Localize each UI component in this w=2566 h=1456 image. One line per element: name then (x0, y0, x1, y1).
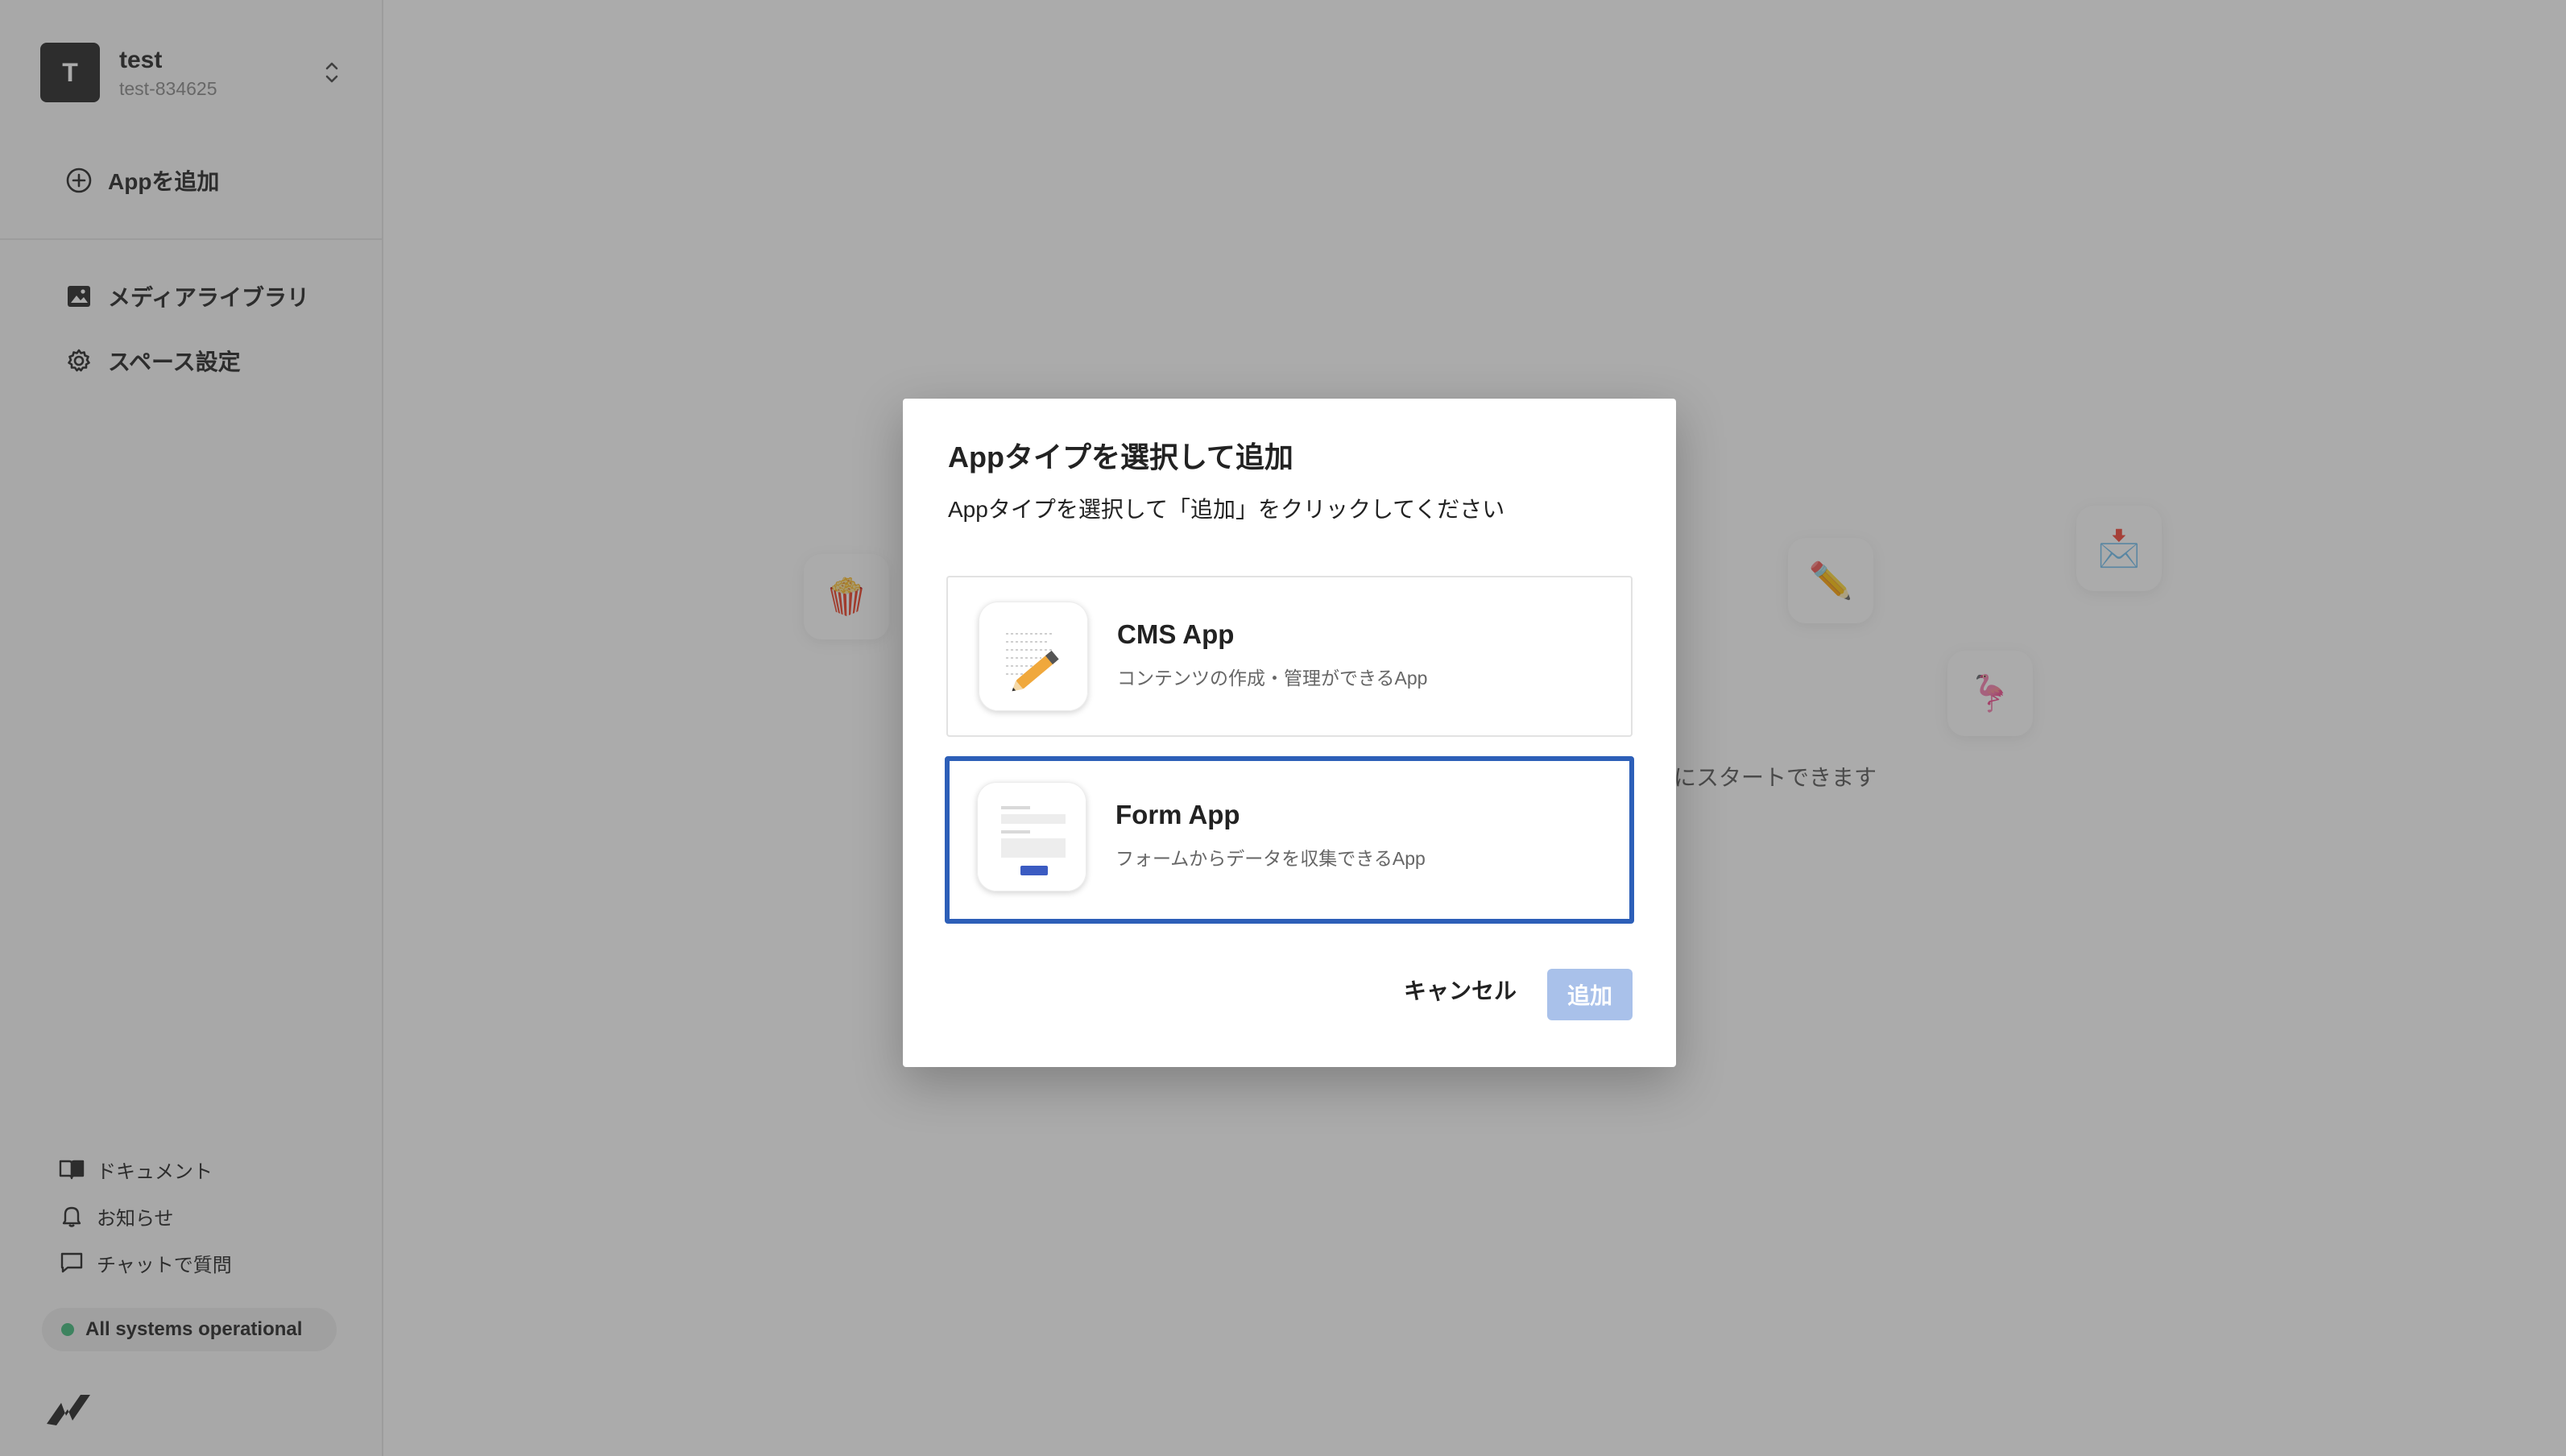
dialog-title: Appタイプを選択して追加 (948, 441, 1293, 474)
option-description: コンテンツの作成・管理ができるApp (1117, 668, 1428, 689)
form-app-option[interactable]: Form App フォームからデータを収集できるApp (945, 756, 1634, 924)
cms-app-option[interactable]: CMS App コンテンツの作成・管理ができるApp (946, 576, 1633, 737)
cancel-button[interactable]: キャンセル (1394, 969, 1526, 1014)
option-name: Form App (1115, 800, 1240, 829)
dialog-description: Appタイプを選択して「追加」をクリックしてください (948, 497, 1505, 522)
add-button[interactable]: 追加 (1547, 969, 1633, 1020)
add-app-dialog: Appタイプを選択して追加 Appタイプを選択して「追加」をクリックしてください (903, 399, 1676, 1067)
form-app-icon (977, 782, 1086, 891)
option-name: CMS App (1117, 619, 1235, 649)
cms-app-icon (979, 602, 1088, 711)
option-description: フォームからデータを収集できるApp (1115, 848, 1426, 869)
